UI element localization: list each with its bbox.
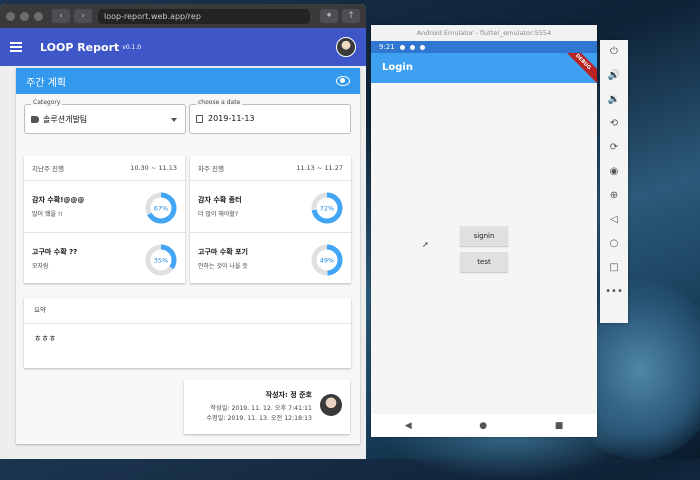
user-avatar[interactable]: [336, 37, 356, 57]
mouse-cursor-icon: ➚: [422, 240, 429, 249]
modified-date: 수정일: 2019. 11. 13. 오전 12:18:13: [206, 415, 312, 422]
task-item[interactable]: 감자 수확 종터 더 많이 해야할? 72%: [190, 181, 351, 231]
volume-down-icon[interactable]: 🔉: [600, 88, 628, 112]
next-week-range: 11.13 ~ 11.27: [296, 164, 343, 172]
task-name: 감자 수확!@@@: [32, 196, 85, 204]
login-title: Login: [382, 62, 413, 73]
login-app-bar: Login DEBUG: [371, 53, 597, 83]
last-week-range: 10.30 ~ 11.13: [130, 164, 177, 172]
status-time: 9:21: [379, 43, 395, 51]
more-icon[interactable]: •••: [600, 280, 628, 304]
task-desc: 많이 했을 !!: [32, 211, 63, 218]
android-nav-bar: ◀ ● ■: [371, 414, 597, 437]
app-version: v0.1.0: [122, 43, 142, 51]
back-icon[interactable]: ‹: [52, 9, 70, 23]
progress-label: 35%: [154, 257, 168, 265]
summary-text: ㅎㅎㅎ: [34, 334, 57, 343]
task-item[interactable]: 고구마 수확 ?? 모자람 35%: [24, 232, 185, 282]
task-item[interactable]: 감자 수확!@@@ 많이 했을 !! 67%: [24, 181, 185, 231]
author-name: 작성자: 정 준호: [265, 391, 312, 399]
author-avatar: [320, 394, 342, 416]
rotate-right-icon[interactable]: ⟳: [600, 136, 628, 160]
progress-label: 72%: [320, 205, 334, 213]
shield-icon: [409, 44, 415, 50]
android-emulator-window: Android Emulator - flutter_emulator:5554…: [371, 25, 597, 437]
back-icon[interactable]: ◁: [600, 208, 628, 232]
progress-label: 67%: [154, 205, 168, 213]
next-week-card: 차주 진행 11.13 ~ 11.27 감자 수확 종터 더 많이 해야할? 72…: [190, 156, 351, 283]
settings-icon: [399, 44, 405, 50]
power-icon[interactable]: ⏻: [600, 40, 628, 64]
login-body: signin test ➚: [371, 83, 597, 414]
forward-icon[interactable]: ›: [74, 9, 92, 23]
progress-ring: 35%: [145, 244, 177, 276]
progress-ring: 67%: [145, 192, 177, 224]
test-button[interactable]: test: [460, 252, 508, 272]
emulator-title: Android Emulator - flutter_emulator:5554: [371, 25, 597, 41]
menu-icon[interactable]: [10, 42, 22, 52]
date-field[interactable]: choose a date 2019-11-13: [189, 99, 351, 134]
task-desc: 모자람: [32, 263, 49, 270]
signin-button[interactable]: signin: [460, 226, 508, 246]
back-nav-icon[interactable]: ◀: [405, 421, 412, 431]
task-name: 감자 수확 종터: [198, 196, 242, 204]
browser-window: ‹ › loop-report.web.app/rep ✦ ↑ LOOP Rep…: [0, 4, 366, 459]
progress-ring: 49%: [311, 244, 343, 276]
category-label: Category: [31, 99, 63, 106]
date-value: 2019-11-13: [208, 114, 255, 123]
app-bar: LOOP Report v0.1.0: [0, 28, 366, 66]
weekly-plan-card: 주간 계획 Category 솔루션개발팀 choose a date 2019…: [16, 68, 360, 444]
tag-icon: [31, 116, 39, 123]
camera-icon[interactable]: ◉: [600, 160, 628, 184]
minimize-window-button[interactable]: [20, 11, 29, 21]
task-desc: 안하는 것이 나을 듯: [198, 263, 248, 270]
summary-label: 요약: [24, 298, 351, 324]
app-title: LOOP Report: [40, 40, 120, 54]
rotate-left-icon[interactable]: ⟲: [600, 112, 628, 136]
last-week-card: 지난주 진행 10.30 ~ 11.13 감자 수확!@@@ 많이 했을 !! 6…: [24, 156, 185, 283]
created-date: 작성일: 2019. 11. 12. 오후 7:41:11: [210, 405, 312, 412]
last-week-label: 지난주 진행: [32, 165, 64, 173]
close-window-button[interactable]: [6, 11, 15, 21]
share-icon[interactable]: ↑: [342, 9, 360, 23]
category-value: 솔루션개발팀: [43, 115, 88, 124]
debug-ribbon: DEBUG: [559, 53, 597, 83]
home-nav-icon[interactable]: ●: [479, 421, 487, 431]
task-name: 고구마 수확 포기: [198, 248, 248, 256]
extension-icon[interactable]: ✦: [320, 9, 338, 23]
summary-card: 요약 ㅎㅎㅎ: [24, 298, 351, 368]
date-label: choose a date: [196, 99, 243, 106]
card-title: 주간 계획: [26, 77, 66, 89]
task-item[interactable]: 고구마 수확 포기 안하는 것이 나을 듯 49%: [190, 232, 351, 282]
page-content: 주간 계획 Category 솔루션개발팀 choose a date 2019…: [0, 66, 366, 459]
author-card: 작성자: 정 준호 작성일: 2019. 11. 12. 오후 7:41:11 …: [184, 380, 350, 434]
emulator-side-toolbar: ⏻ 🔊 🔉 ⟲ ⟳ ◉ ⊕ ◁ ○ □ •••: [600, 40, 628, 323]
category-select[interactable]: Category 솔루션개발팀: [24, 99, 186, 134]
status-bar: 9:21: [371, 41, 597, 53]
calendar-icon: [196, 114, 203, 123]
progress-ring: 72%: [311, 192, 343, 224]
task-desc: 더 많이 해야할?: [198, 211, 239, 218]
recents-nav-icon[interactable]: ■: [555, 421, 564, 431]
browser-toolbar: ‹ › loop-report.web.app/rep ✦ ↑: [0, 4, 366, 28]
maximize-window-button[interactable]: [34, 11, 43, 21]
volume-up-icon[interactable]: 🔊: [600, 64, 628, 88]
zoom-icon[interactable]: ⊕: [600, 184, 628, 208]
progress-label: 49%: [320, 257, 334, 265]
address-bar[interactable]: loop-report.web.app/rep: [98, 8, 310, 24]
home-icon[interactable]: ○: [600, 232, 628, 256]
eye-icon[interactable]: [336, 76, 350, 86]
next-week-label: 차주 진행: [198, 165, 224, 173]
dropdown-icon: [171, 118, 177, 122]
task-name: 고구마 수확 ??: [32, 248, 78, 256]
card-header: 주간 계획: [16, 68, 360, 94]
google-icon: [419, 44, 425, 50]
overview-icon[interactable]: □: [600, 256, 628, 280]
